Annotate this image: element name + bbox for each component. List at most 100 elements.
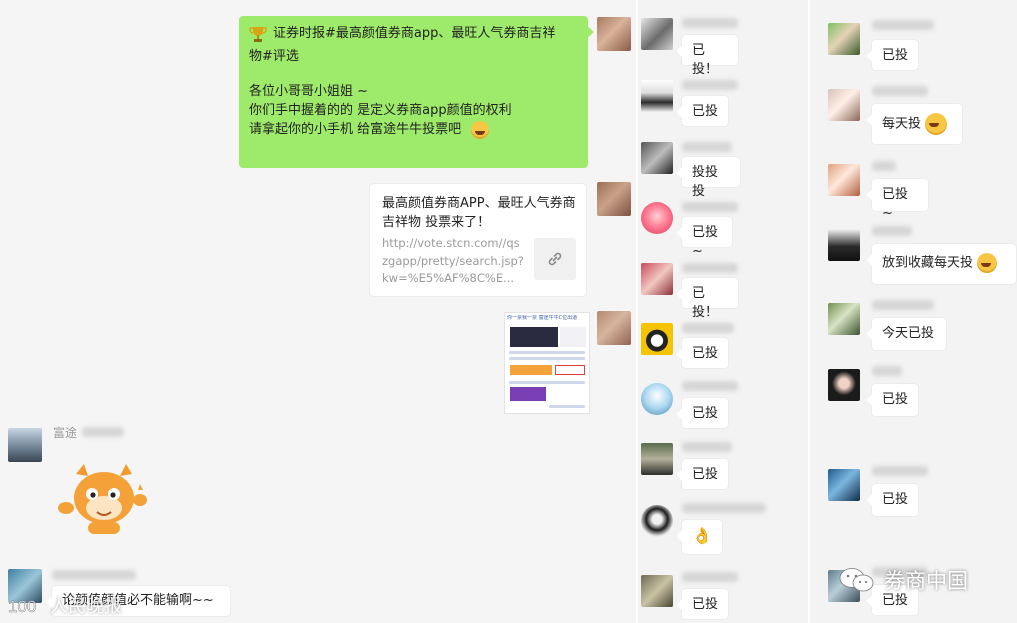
message-text: 已投 bbox=[882, 392, 909, 407]
member-avatar[interactable] bbox=[828, 23, 860, 55]
message-text: 已投 bbox=[692, 467, 719, 482]
sender-name-blurred bbox=[682, 323, 734, 333]
vote-link-card[interactable]: 最高颜值券商APP、最旺人气券商吉祥物 投票来了！ http://vote.st… bbox=[370, 184, 586, 296]
message-text: 已投 bbox=[882, 492, 909, 507]
message-text: 已投~ bbox=[692, 225, 719, 259]
trophy-icon bbox=[249, 26, 267, 42]
message-bubble[interactable]: 👌 bbox=[682, 520, 722, 554]
announcement-line-1: 证券时报#最高颜值券商app、最旺人气券商吉祥 bbox=[273, 26, 556, 41]
member-avatar[interactable] bbox=[828, 229, 860, 261]
grin-emoji-icon bbox=[925, 113, 948, 135]
futu-bull-mascot-sticker[interactable] bbox=[54, 460, 150, 540]
main-chat-panel: 证券时报#最高颜值券商app、最旺人气券商吉祥 物#评选 各位小哥哥小姐姐 ~ … bbox=[0, 0, 636, 623]
member-avatar[interactable] bbox=[641, 80, 673, 112]
futu-sender-name-blurred bbox=[82, 427, 124, 437]
link-icon bbox=[534, 238, 576, 280]
message-text: 已投 bbox=[882, 48, 909, 63]
sender-name-blurred bbox=[872, 226, 912, 236]
ok-hand-emoji-icon: 👌 bbox=[692, 526, 712, 545]
message-text: 已投~ bbox=[882, 187, 909, 221]
message-text: 每天投 bbox=[882, 116, 922, 132]
sender-name-blurred bbox=[872, 161, 896, 171]
message-text: 已投 bbox=[692, 104, 719, 119]
member-avatar[interactable] bbox=[641, 383, 673, 415]
message-text: 放到收藏每天投 bbox=[882, 255, 974, 271]
message-bubble[interactable]: 已投~ bbox=[872, 179, 928, 221]
message-bubble[interactable]: 已投 bbox=[682, 96, 728, 126]
message-bubble[interactable]: 已投！ bbox=[682, 278, 738, 320]
message-bubble[interactable]: 放到收藏每天投 bbox=[872, 244, 1016, 284]
message-text: 投投投 bbox=[692, 165, 719, 199]
message-bubble[interactable]: 已投 bbox=[872, 484, 918, 516]
announcement-bubble[interactable]: 证券时报#最高颜值券商app、最旺人气券商吉祥 物#评选 各位小哥哥小姐姐 ~ … bbox=[239, 16, 588, 168]
sender-name-blurred bbox=[682, 503, 766, 513]
announcement-line-3: 各位小哥哥小姐姐 ~ bbox=[249, 84, 369, 99]
sender-name-blurred bbox=[872, 366, 902, 376]
message-bubble[interactable]: 已投 bbox=[682, 398, 728, 428]
member-avatar[interactable] bbox=[641, 142, 673, 174]
member-avatar[interactable] bbox=[828, 164, 860, 196]
message-bubble[interactable]: 已投 bbox=[682, 589, 728, 619]
link-card-title: 最高颜值券商APP、最旺人气券商吉祥物 投票来了！ bbox=[382, 196, 576, 230]
wechat-icon bbox=[839, 568, 874, 592]
member-avatar[interactable] bbox=[828, 303, 860, 335]
watermark-bottom-right-text: 券商中国 bbox=[884, 569, 968, 593]
futu-avatar[interactable] bbox=[8, 428, 42, 462]
member-avatar[interactable] bbox=[641, 202, 673, 234]
thinking-emoji-icon bbox=[977, 253, 998, 273]
tongue-emoji-icon bbox=[471, 120, 490, 139]
message-bubble[interactable]: 已投 bbox=[682, 459, 728, 489]
sender-name-blurred bbox=[682, 442, 732, 452]
message-text: 已投 bbox=[692, 346, 719, 361]
sender-name-blurred bbox=[682, 202, 738, 212]
message-text: 已投！ bbox=[692, 286, 719, 320]
member-avatar[interactable] bbox=[641, 18, 673, 50]
member-avatar[interactable] bbox=[828, 469, 860, 501]
message-text: 今天已投 bbox=[882, 326, 935, 341]
sender-name-blurred bbox=[872, 86, 928, 96]
watermark-bottom-left-text: 人民晚报 bbox=[50, 596, 122, 617]
self-avatar-1[interactable] bbox=[597, 17, 631, 51]
message-text: 已投 bbox=[692, 406, 719, 421]
sender-name-blurred bbox=[682, 381, 738, 391]
thumb-header: 你一票我一票 富途牛牛C位出道 bbox=[507, 315, 578, 321]
member-avatar[interactable] bbox=[641, 323, 673, 355]
announcement-line-5: 请拿起你的小手机 给富途牛牛投票吧 bbox=[249, 122, 462, 137]
member-avatar[interactable] bbox=[828, 369, 860, 401]
middle-chat-panel: 已投！ 已投 投投投 已投~ 已投！ 已投 已投 已投 👌 已投 bbox=[638, 0, 808, 623]
sender-name-blurred bbox=[872, 300, 934, 310]
announcement-line-2: 物#评选 bbox=[249, 49, 299, 64]
right-chat-panel: 已投 每天投 已投~ 放到收藏每天投 今天已投 已投 已投 已投 bbox=[810, 0, 1017, 623]
link-card-url: http://vote.stcn.com//qszgapp/pretty/sea… bbox=[382, 236, 524, 285]
message-bubble[interactable]: 今天已投 bbox=[872, 318, 946, 350]
sender-name-blurred bbox=[682, 80, 738, 90]
message-bubble[interactable]: 每天投 bbox=[872, 104, 962, 144]
message-text: 已投！ bbox=[692, 43, 719, 77]
message-bubble[interactable]: 已投 bbox=[872, 384, 918, 416]
watermark-bottom-left: 100 人民晚报 bbox=[8, 592, 122, 618]
sender-name-blurred bbox=[682, 142, 732, 152]
member-avatar[interactable] bbox=[641, 505, 673, 537]
message-bubble[interactable]: 已投 bbox=[682, 338, 728, 368]
sender-name-blurred bbox=[682, 572, 738, 582]
sender-name-blurred bbox=[682, 263, 738, 273]
sender-name-blurred bbox=[682, 18, 738, 28]
futu-sender-name: 富途 bbox=[53, 426, 78, 440]
announcement-line-4: 你们手中握着的的 是定义券商app颜值的权利 bbox=[249, 103, 512, 118]
svg-text:100: 100 bbox=[8, 597, 36, 616]
self-avatar-3[interactable] bbox=[597, 311, 631, 345]
sender-name-blurred bbox=[872, 466, 928, 476]
member-avatar[interactable] bbox=[641, 443, 673, 475]
watermark-logo-icon: 100 bbox=[8, 597, 37, 617]
last-sender-name-blurred bbox=[52, 570, 136, 580]
member-avatar[interactable] bbox=[828, 89, 860, 121]
vote-screenshot-thumbnail[interactable]: 你一票我一票 富途牛牛C位出道 bbox=[504, 312, 590, 414]
sender-name-blurred bbox=[872, 20, 934, 30]
message-bubble[interactable]: 投投投 bbox=[682, 157, 740, 199]
member-avatar[interactable] bbox=[641, 575, 673, 607]
message-bubble[interactable]: 已投 bbox=[872, 40, 918, 70]
member-avatar[interactable] bbox=[641, 263, 673, 295]
self-avatar-2[interactable] bbox=[597, 182, 631, 216]
message-bubble[interactable]: 已投！ bbox=[682, 35, 738, 77]
message-bubble[interactable]: 已投~ bbox=[682, 217, 732, 259]
